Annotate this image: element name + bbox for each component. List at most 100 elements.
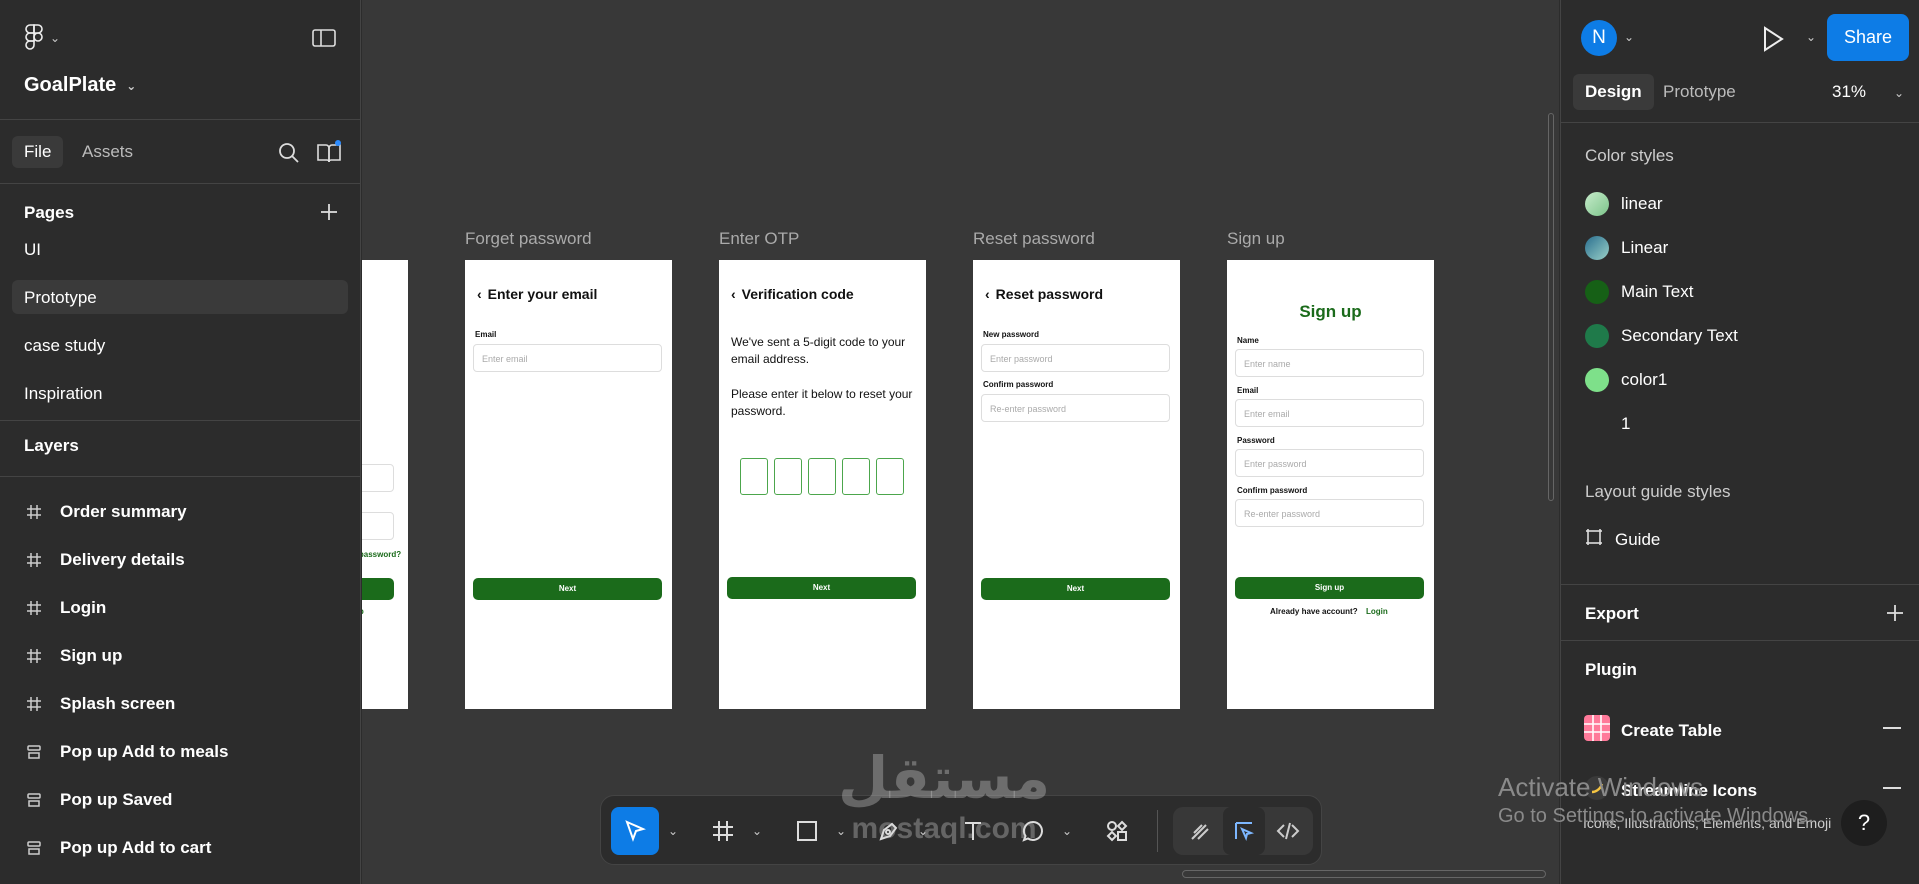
back-chevron-icon: ‹	[731, 286, 736, 302]
frame-reset-password[interactable]: ‹ Reset password New password Enter passw…	[973, 260, 1180, 709]
layer-label: Login	[60, 598, 107, 617]
color-style-item[interactable]: color1	[1585, 368, 1667, 392]
chevron-down-icon: ⌄	[751, 824, 763, 838]
color-style-item[interactable]: 1	[1585, 412, 1630, 436]
pages-heading: Pages	[24, 203, 75, 222]
move-tool-button[interactable]	[611, 807, 659, 855]
tab-prototype[interactable]: Prototype	[1651, 74, 1748, 110]
search-icon[interactable]	[278, 142, 300, 169]
help-button[interactable]: ?	[1841, 800, 1887, 846]
tab-design[interactable]: Design	[1573, 74, 1654, 110]
zoom-level[interactable]: 31%	[1832, 82, 1866, 102]
otp-box	[842, 458, 870, 495]
color-style-name: Main Text	[1621, 282, 1694, 301]
avatar[interactable]: N	[1581, 20, 1617, 56]
remove-plugin-icon[interactable]	[1883, 787, 1901, 789]
chevron-down-icon: ⌄	[50, 31, 61, 45]
library-icon[interactable]	[316, 140, 342, 169]
frame-label[interactable]: Enter OTP	[719, 229, 799, 249]
layer-item[interactable]: Login	[24, 598, 106, 618]
remove-plugin-icon[interactable]	[1883, 727, 1901, 729]
partial-frame-login[interactable]: t password? up	[362, 260, 408, 709]
color-style-item[interactable]: Secondary Text	[1585, 324, 1738, 348]
color-style-item[interactable]: Linear	[1585, 236, 1668, 260]
layer-label: Pop up Saved	[60, 790, 173, 809]
frame-label[interactable]: Forget password	[465, 229, 592, 249]
grid-icon	[1585, 528, 1603, 551]
plugin-heading: Plugin	[1585, 660, 1637, 679]
main-menu-button[interactable]: ⌄	[24, 24, 60, 52]
dev-mode-button[interactable]	[1267, 807, 1309, 855]
chevron-down-icon[interactable]: ⌄	[1806, 30, 1816, 44]
layers-heading: Layers	[24, 436, 79, 455]
color-style-name: Secondary Text	[1621, 326, 1738, 345]
layer-item[interactable]: Sign up	[24, 646, 122, 666]
confirm-password-field: Re-enter password	[1235, 499, 1424, 527]
chevron-down-icon[interactable]: ⌄	[1624, 30, 1634, 44]
chevron-down-icon[interactable]: ⌄	[1894, 86, 1904, 100]
divider	[1561, 640, 1919, 641]
frame-title-text: Verification code	[741, 286, 854, 302]
draw-icon	[1191, 824, 1209, 840]
frame-enter-otp[interactable]: ‹ Verification code We've sent a 5-digit …	[719, 260, 926, 709]
layer-item[interactable]: Splash screen	[24, 694, 175, 714]
watermark-arabic: مستقل	[838, 746, 1051, 811]
plugin-item-create-table[interactable]: Create Table	[1583, 714, 1722, 747]
page-item-prototype[interactable]: Prototype	[12, 280, 348, 314]
cursor-icon	[625, 820, 646, 842]
email-field: Enter email	[473, 344, 662, 372]
present-icon[interactable]	[1761, 26, 1785, 57]
color-style-name: color1	[1621, 370, 1668, 389]
color-style-item[interactable]: linear	[1585, 192, 1663, 216]
rectangle-tool-button[interactable]	[787, 807, 827, 855]
color-style-name: linear	[1621, 194, 1663, 213]
frame-sign-up[interactable]: Sign up Name Enter name Email Enter emai…	[1227, 260, 1434, 709]
move-tool-menu[interactable]: ⌄	[663, 807, 683, 855]
horizontal-scrollbar[interactable]	[1182, 870, 1546, 878]
sidebar-toggle-icon[interactable]	[312, 28, 336, 53]
chevron-down-icon: ⌄	[1061, 824, 1073, 838]
layer-item[interactable]: Delivery details	[24, 550, 185, 570]
frame-tool-button[interactable]	[703, 807, 743, 855]
layer-item[interactable]: Pop up Add to cart	[24, 838, 211, 858]
draw-mode-button[interactable]	[1179, 807, 1221, 855]
add-page-icon[interactable]	[320, 203, 338, 226]
swatch	[1585, 280, 1609, 304]
otp-box	[876, 458, 904, 495]
activate-title: Activate Windows	[1498, 772, 1704, 802]
share-button[interactable]: Share	[1827, 14, 1909, 61]
project-name-button[interactable]: GoalPlate ⌄	[24, 74, 136, 97]
design-mode-button[interactable]	[1223, 807, 1265, 855]
confirm-password-label: Confirm password	[1237, 486, 1308, 495]
frame-tool-menu[interactable]: ⌄	[747, 807, 767, 855]
confirm-password-label: Confirm password	[983, 380, 1054, 389]
add-export-icon[interactable]	[1886, 604, 1904, 627]
frame-label[interactable]: Sign up	[1227, 229, 1285, 249]
tab-assets[interactable]: Assets	[70, 136, 145, 168]
page-item-ui[interactable]: UI	[12, 240, 348, 274]
swatch	[1585, 192, 1609, 216]
activate-subtitle: Go to Settings to activate Windows.	[1498, 805, 1814, 827]
actions-tool-button[interactable]	[1097, 807, 1137, 855]
layer-item[interactable]: Pop up Saved	[24, 790, 172, 810]
layer-item[interactable]: Pop up Add to meals	[24, 742, 228, 762]
frame-title-text: Reset password	[995, 286, 1104, 302]
vertical-scrollbar[interactable]	[1548, 113, 1554, 501]
layer-label: Splash screen	[60, 694, 176, 713]
color-style-item[interactable]: Main Text	[1585, 280, 1693, 304]
otp-instruction: We've sent a 5-digit code to your email …	[731, 335, 906, 366]
back-chevron-icon: ‹	[477, 286, 482, 302]
frame-forget-password[interactable]: ‹ Enter your email Email Enter email Next	[465, 260, 672, 709]
frame-icon	[24, 648, 44, 664]
rectangle-icon	[797, 821, 817, 841]
page-item-inspiration[interactable]: Inspiration	[12, 376, 348, 410]
otp-instruction: Please enter it below to reset your pass…	[731, 387, 913, 418]
login-button	[362, 578, 394, 600]
layer-item[interactable]: Order summary	[24, 502, 187, 522]
comment-tool-menu[interactable]: ⌄	[1057, 807, 1077, 855]
forgot-password-link: t password?	[362, 550, 402, 559]
frame-label[interactable]: Reset password	[973, 229, 1095, 249]
layout-guide-item[interactable]: Guide	[1585, 528, 1660, 551]
tab-file[interactable]: File	[12, 136, 64, 168]
page-item-case-study[interactable]: case study	[12, 328, 348, 362]
